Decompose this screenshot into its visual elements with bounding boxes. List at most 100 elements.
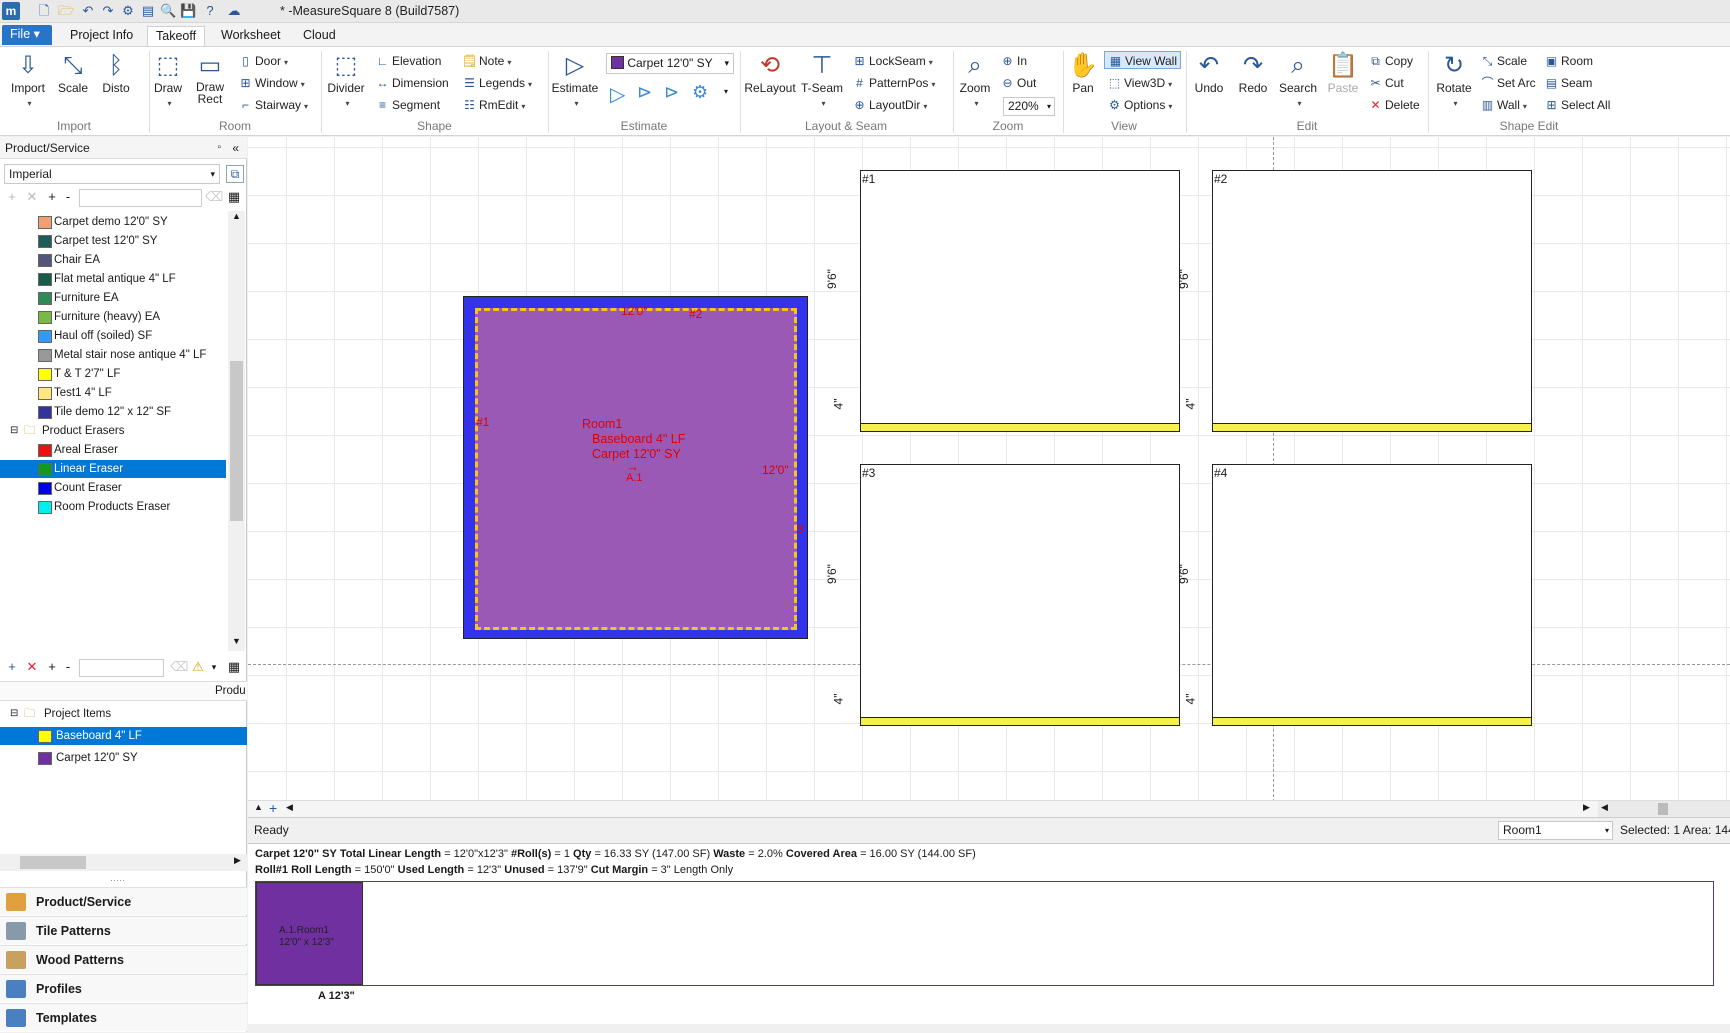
redo-button[interactable]: ↷ Redo <box>1234 51 1272 95</box>
product-list-item[interactable]: Metal stair nose antique 4" LF <box>0 346 226 364</box>
patternpos-button[interactable]: # PatternPos ▾ <box>852 74 935 92</box>
paste-button[interactable]: 📋 Paste <box>1323 51 1363 95</box>
room-selector[interactable]: Room1 ▾ <box>1498 821 1613 840</box>
copy-button[interactable]: ⧉ Copy <box>1368 52 1413 70</box>
product-list-item[interactable]: Flat metal antique 4" LF <box>0 270 226 288</box>
search-button[interactable]: ⌕ Search ▾ <box>1277 51 1319 109</box>
collapse-icon[interactable]: - <box>60 189 76 205</box>
product-search-input[interactable] <box>79 189 202 207</box>
roll-cut-piece[interactable]: A.1.Room1 12'0" x 12'3" <box>256 882 363 985</box>
settings-gear-icon[interactable]: ⚙ <box>120 3 136 19</box>
lockseam-button[interactable]: ⊞ LockSeam ▾ <box>852 52 932 70</box>
nav-product-service[interactable]: Product/Service <box>0 887 247 915</box>
scale-shape-button[interactable]: ⤡ Scale <box>1480 52 1527 70</box>
room1-shape[interactable]: 12'0" #2 #1 3 12'0" Room1 Baseboard 4" L… <box>463 296 808 639</box>
options-button[interactable]: ⚙ Options ▾ <box>1107 96 1172 114</box>
scroll-right-icon[interactable]: ▶ <box>234 855 241 866</box>
product-list-item[interactable]: Count Eraser <box>0 479 226 497</box>
scroll-up-icon[interactable]: ▲ <box>232 211 241 221</box>
print-icon[interactable]: ▤ <box>140 3 156 19</box>
clear-search-icon[interactable]: ⌫ <box>205 189 223 205</box>
estimate-settings-gear-icon[interactable]: ⚙ <box>692 82 708 103</box>
items-grid-view-icon[interactable]: ▦ <box>226 659 242 675</box>
grid-view-icon[interactable]: ▦ <box>226 189 242 205</box>
horizontal-scrollbar[interactable]: ▶ <box>0 854 247 871</box>
zoom-out-button[interactable]: ⊖ Out <box>1000 74 1036 92</box>
tseam-button[interactable]: ⊤ T-Seam ▾ <box>800 51 844 109</box>
cut-button[interactable]: ✂ Cut <box>1368 74 1403 92</box>
product-catalog-icon[interactable]: ⧉ <box>226 165 244 183</box>
estimate-options-chevron-icon[interactable]: ▾ <box>724 87 728 96</box>
play-estimate-icon[interactable]: ▷ <box>610 82 625 107</box>
zoom-in-button[interactable]: ⊕ In <box>1000 52 1027 70</box>
product-list-item[interactable]: Haul off (soiled) SF <box>0 327 226 345</box>
window-button[interactable]: ⊞ Window ▾ <box>238 74 304 92</box>
save-icon[interactable]: 💾 <box>180 3 196 19</box>
redo-quick-icon[interactable]: ↷ <box>100 3 116 19</box>
wall-view-2[interactable]: #2 <box>1212 170 1532 432</box>
product-list-item[interactable]: Chair EA <box>0 251 226 269</box>
draw-button[interactable]: ⬚ Draw ▾ <box>150 51 186 109</box>
drawing-canvas[interactable]: 12'0" #2 #1 3 12'0" Room1 Baseboard 4" L… <box>248 137 1730 817</box>
page-prev-icon[interactable]: ◀ <box>286 802 293 813</box>
app-logo-icon[interactable]: m <box>2 2 20 20</box>
room-select-button[interactable]: ▣ Room <box>1544 52 1593 70</box>
product-list-item[interactable]: Carpet test 12'0" SY <box>0 232 226 250</box>
remove-product-icon[interactable]: ✕ <box>24 189 40 205</box>
canvas-hscrollbar[interactable]: ◀ <box>1598 801 1730 817</box>
warning-icon[interactable]: ⚠ <box>190 659 206 675</box>
delete-button[interactable]: ✕ Delete <box>1368 96 1419 114</box>
view3d-button[interactable]: ⬚ View3D ▾ <box>1107 74 1172 92</box>
disto-button[interactable]: ᛒ Disto <box>96 51 136 95</box>
scroll-left-icon[interactable]: ◀ <box>1601 802 1608 813</box>
scroll-thumb[interactable] <box>1658 803 1668 815</box>
undo-quick-icon[interactable]: ↶ <box>80 3 96 19</box>
product-tree-scrollbar[interactable]: ▲ ▼ <box>228 211 245 651</box>
scroll-right-icon[interactable]: ▶ <box>1583 802 1590 813</box>
rotate-button[interactable]: ↻ Rotate ▾ <box>1432 51 1476 109</box>
tab-project-info[interactable]: Project Info <box>62 26 141 46</box>
product-list-item[interactable]: Room Products Eraser <box>0 498 226 516</box>
select-all-button[interactable]: ⊞ Select All <box>1544 96 1610 114</box>
add-page-icon[interactable]: + <box>269 800 277 816</box>
pan-button[interactable]: ✋ Pan <box>1065 51 1101 95</box>
undo-button[interactable]: ↶ Undo <box>1190 51 1228 95</box>
product-select[interactable]: Carpet 12'0" SY ▾ <box>606 53 734 74</box>
tree-group-product-erasers[interactable]: ⊟ 🗀 Product Erasers <box>0 422 226 440</box>
set-arc-button[interactable]: ⌒ Set Arc <box>1480 74 1535 92</box>
product-list-item[interactable]: Carpet demo 12'0" SY <box>0 213 226 231</box>
add-item-icon[interactable]: + <box>4 659 20 675</box>
seam-select-button[interactable]: ▤ Seam <box>1544 74 1593 92</box>
project-items-search-input[interactable] <box>79 659 164 677</box>
layoutdir-button[interactable]: ⊕ LayoutDir ▾ <box>852 96 927 114</box>
stairway-button[interactable]: ⌐ Stairway ▾ <box>238 96 308 114</box>
wall-view-1[interactable]: #1 <box>860 170 1180 432</box>
door-button[interactable]: ▯ Door ▾ <box>238 52 288 70</box>
expand-icon[interactable]: + <box>44 189 60 205</box>
project-item[interactable]: Carpet 12'0" SY <box>0 749 247 767</box>
tab-takeoff[interactable]: Takeoff <box>147 26 206 46</box>
wall-button[interactable]: ▥ Wall ▾ <box>1480 96 1527 114</box>
unit-system-select[interactable]: Imperial ▾ <box>4 164 220 184</box>
product-list-item[interactable]: Test1 4" LF <box>0 384 226 402</box>
import-button[interactable]: ⇩ Import ▾ <box>6 51 50 109</box>
add-product-icon[interactable]: + <box>4 189 20 205</box>
segment-button[interactable]: ≡ Segment <box>375 96 440 114</box>
roll-layout-view[interactable]: A.1.Room1 12'0" x 12'3" <box>255 881 1714 986</box>
nav-templates[interactable]: Templates <box>0 1003 247 1031</box>
zoom-level-select[interactable]: 220% ▾ <box>1003 97 1055 116</box>
legends-button[interactable]: ☰ Legends ▾ <box>462 74 532 92</box>
product-list-item[interactable]: T & T 2'7" LF <box>0 365 226 383</box>
tab-cloud[interactable]: Cloud <box>295 26 344 46</box>
clear-items-search-icon[interactable]: ⌫ <box>170 659 188 675</box>
scroll-thumb[interactable] <box>20 856 86 869</box>
product-list-item[interactable]: Furniture (heavy) EA <box>0 308 226 326</box>
open-folder-icon[interactable]: 🗁 <box>58 3 74 19</box>
cloud-icon[interactable]: ☁ <box>226 3 242 19</box>
zoom-button[interactable]: ⌕ Zoom ▾ <box>955 51 995 109</box>
note-button[interactable]: 🗒 Note ▾ <box>462 52 511 70</box>
relayout-button[interactable]: ⟲ ReLayout <box>744 51 796 95</box>
help-icon[interactable]: ? <box>202 3 218 19</box>
scroll-down-icon[interactable]: ▼ <box>232 636 241 646</box>
nav-profiles[interactable]: Profiles <box>0 974 247 1002</box>
